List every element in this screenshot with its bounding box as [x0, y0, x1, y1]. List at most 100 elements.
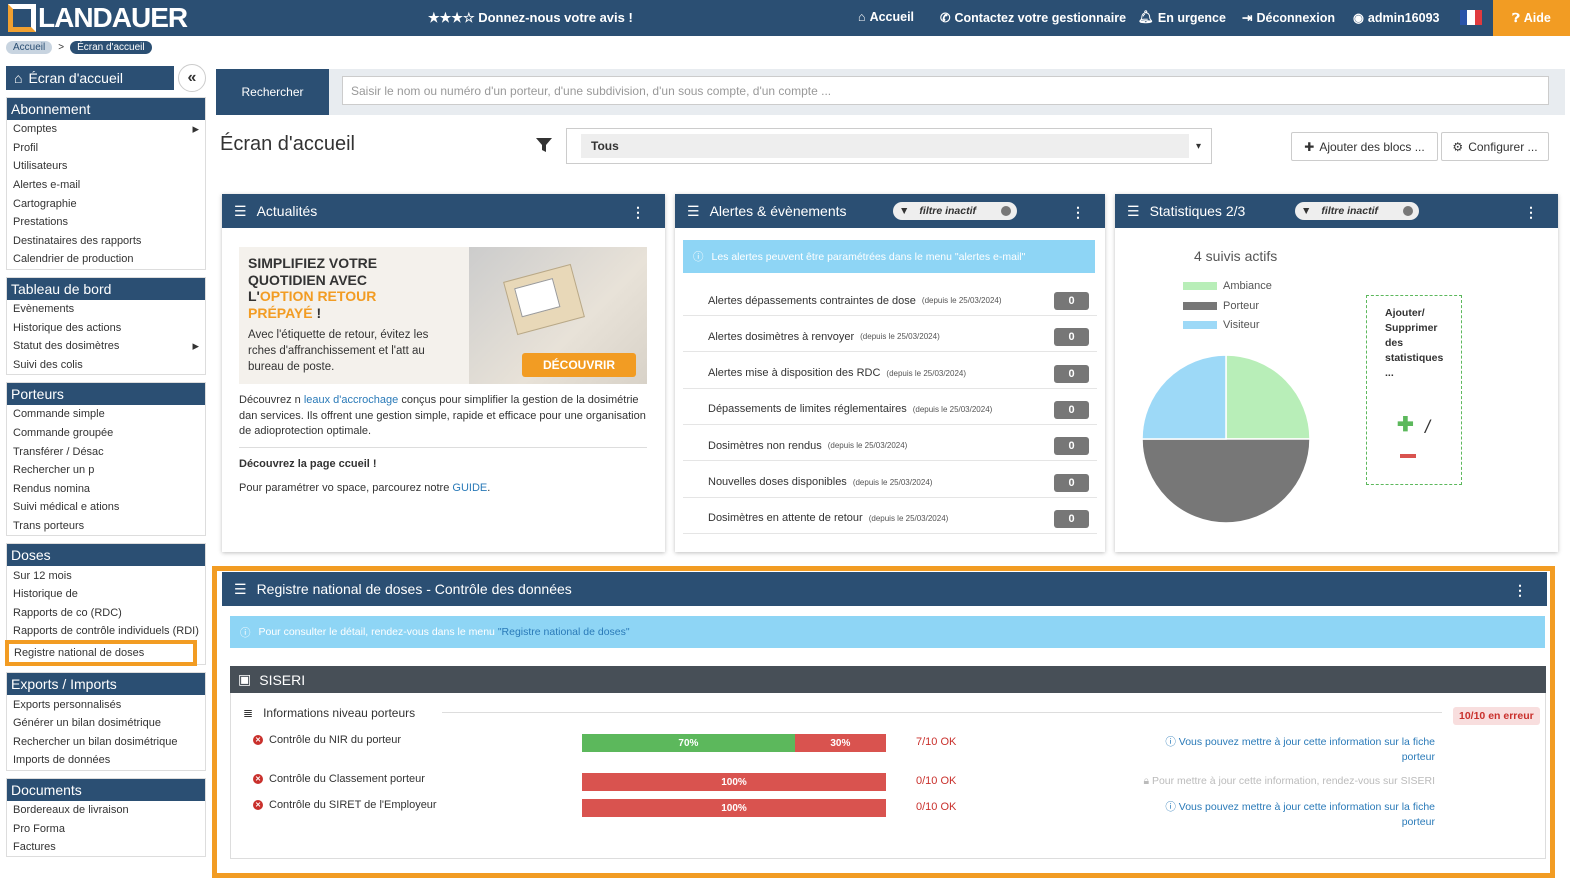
promo-headline: SIMPLIFIEZ VOTRE QUOTIDIEN AVEC L'OPTION… [248, 255, 377, 321]
sidebar-item[interactable]: Rechercher un bilan dosimétrique [7, 732, 205, 751]
sidebar-item[interactable]: Profil [7, 139, 205, 158]
sidebar-item[interactable]: Transférer / Désac [7, 442, 205, 461]
pie-slice-ambiance[interactable] [1225, 354, 1311, 440]
nav-logout-label: Déconnexion [1256, 10, 1335, 25]
promo-banner[interactable]: SIMPLIFIEZ VOTRE QUOTIDIEN AVEC L'OPTION… [239, 247, 647, 384]
configure-button[interactable]: ⚙ Configurer ... [1441, 132, 1549, 161]
sidebar-item[interactable]: Evènements [7, 300, 205, 319]
registre-title: Registre national de doses - Contrôle de… [256, 581, 572, 597]
search-input[interactable]: Saisir le nom ou numéro d'un porteur, d'… [342, 76, 1549, 105]
sidebar-item[interactable]: Rapports de contrôle individuels (RDI) [7, 622, 205, 641]
filter-select[interactable]: Tous ▾ [566, 128, 1212, 164]
sidebar-item[interactable]: Rechercher un p [7, 461, 205, 480]
siseri-title: SISERI [259, 671, 306, 688]
panels-link[interactable]: leaux d'accrochage [301, 394, 398, 406]
feedback-link[interactable]: ★★★☆ Donnez-nous votre avis ! [428, 10, 633, 26]
pie-slice-porteur[interactable] [1141, 438, 1311, 524]
sidebar-item[interactable]: Cartographie [7, 194, 205, 213]
alert-row[interactable]: Alertes dépassements contraintes de dose… [683, 286, 1097, 316]
sidebar-item[interactable]: Exports personnalisés [7, 695, 205, 714]
nav-logout[interactable]: ⇥ Déconnexion [1242, 10, 1335, 26]
sidebar-item[interactable]: Rapports de co (RDC) [7, 603, 205, 622]
sidebar-item[interactable]: Destinataires des rapports [7, 232, 205, 251]
nav-user[interactable]: ◉ admin16093 [1353, 10, 1440, 26]
sidebar-section-title[interactable]: Porteurs [7, 383, 205, 406]
sidebar-item[interactable]: Comptes ▸ [7, 120, 205, 139]
sidebar-item[interactable]: Générer un bilan dosimétrique [7, 714, 205, 733]
sidebar-item[interactable]: Suivi médical e ations [7, 498, 205, 517]
sidebar-item-label: Calendrier de production [13, 253, 134, 266]
add-remove-stats[interactable]: Ajouter/ Supprimer des statistiques ... … [1366, 295, 1462, 485]
sidebar-item[interactable]: Statut des dosimètres ▸ [7, 337, 205, 356]
french-flag-icon[interactable] [1460, 10, 1482, 25]
filter-toggle[interactable]: ▼ filtre inactif [893, 202, 1017, 220]
nav-home[interactable]: ⌂ Accueil [858, 10, 914, 24]
collapse-sidebar-icon[interactable]: « [178, 64, 206, 92]
alert-row[interactable]: Alertes dosimètres à renvoyer (depuis le … [683, 322, 1097, 353]
sidebar-section-title[interactable]: Tableau de bord [7, 277, 205, 300]
nav-contact[interactable]: ✆ Contactez votre gestionnaire [940, 10, 1126, 26]
sidebar-section-title[interactable]: Exports / Imports [7, 673, 205, 696]
more-options-icon[interactable]: ⋮ [1071, 204, 1085, 221]
discover-button[interactable]: DÉCOUVRIR [522, 353, 636, 377]
minus-icon[interactable] [1400, 454, 1416, 458]
sidebar-section: Doses Sur 12 mois Historique de Rapports de… [5, 543, 206, 667]
sidebar-item[interactable]: Historique des actions [7, 318, 205, 337]
sidebar-section-title[interactable]: Documents [7, 778, 205, 801]
sidebar-item[interactable]: Alertes e-mail [7, 176, 205, 195]
sidebar-item-label: Registre national de doses [14, 646, 145, 659]
alert-row[interactable]: Dosimètres en attente de retour (depuis l… [683, 504, 1097, 534]
sidebar-item[interactable]: Pro Forma [7, 819, 205, 838]
sidebar-item[interactable]: Trans porteurs [7, 517, 205, 536]
sidebar-item[interactable]: Registre national de doses [5, 639, 197, 667]
sidebar-home[interactable]: ⌂ Écran d'accueil [6, 66, 174, 90]
sidebar-item[interactable]: Sur 12 mois [7, 566, 205, 585]
page-title: Écran d'accueil [220, 133, 355, 155]
guide-link[interactable]: GUIDE [452, 482, 487, 494]
alert-label: Dépassements de limites réglementaires [708, 403, 907, 416]
sidebar-item[interactable]: Calendrier de production [7, 250, 205, 269]
alertes-title: Alertes & évènements [709, 203, 847, 219]
pie-slice-visiteur[interactable] [1141, 354, 1227, 440]
more-options-icon[interactable]: ⋮ [1524, 204, 1538, 221]
sidebar-section-title[interactable]: Abonnement [7, 98, 205, 120]
filter-icon: ▼ [899, 205, 910, 217]
sidebar-item[interactable]: Rendus nomina [7, 480, 205, 499]
alert-label: Alertes dépassements contraintes de dose [708, 294, 916, 307]
breadcrumb-current: Écran d'accueil [70, 41, 152, 54]
alert-row[interactable]: Alertes mise à disposition des RDC (depui… [683, 359, 1097, 389]
sidebar-item-label: Commande groupée [13, 427, 114, 440]
sidebar-section-title[interactable]: Doses [7, 544, 205, 567]
stats-header: ☰ Statistiques 2/3 ▼ filtre inactif ⋮ [1115, 194, 1558, 228]
sidebar-item[interactable]: Commande simple [7, 405, 205, 424]
add-blocks-button[interactable]: ✚ Ajouter des blocs ... [1291, 132, 1438, 161]
alertes-info: ⓘ Les alertes peuvent être paramétrées da… [683, 240, 1095, 273]
sidebar-item[interactable]: Suivi des colis [7, 356, 205, 375]
landauer-logo[interactable]: LANDAUER [8, 2, 188, 33]
promo-line-3: L'OPTION RETOUR [248, 288, 377, 305]
sidebar-item[interactable]: Imports de données [7, 751, 205, 770]
sidebar-item[interactable]: Factures [7, 838, 205, 857]
breadcrumb-home[interactable]: Accueil [6, 41, 53, 54]
nav-urgence[interactable]: 🔔︎ En urgence [1138, 10, 1226, 25]
sidebar-item[interactable]: Utilisateurs [7, 157, 205, 176]
more-options-icon[interactable]: ⋮ [631, 204, 645, 221]
sidebar-item-label: Historique de [13, 588, 78, 601]
registre-menu-link[interactable]: "Registre national de doses" [498, 626, 630, 638]
alert-row[interactable]: Nouvelles doses disponibles (depuis le 25… [683, 468, 1097, 498]
filter-toggle[interactable]: ▼ filtre inactif [1295, 202, 1419, 220]
sidebar-item[interactable]: Prestations [7, 213, 205, 232]
sidebar-item[interactable]: Bordereaux de livraison [7, 801, 205, 820]
alert-row[interactable]: Dosimètres non rendus (depuis le 25/03/20… [683, 431, 1097, 462]
plus-icon[interactable]: ✚ [1397, 415, 1414, 435]
sidebar-item[interactable]: Commande groupée [7, 424, 205, 443]
sidebar-item-label: Historique des actions [13, 321, 122, 334]
help-button[interactable]: ❓︎ Aide [1493, 0, 1570, 36]
sidebar-item[interactable]: Historique de [7, 585, 205, 604]
update-porteur-link[interactable]: ⓘ Vous pouvez mettre à jour cette inform… [1155, 735, 1435, 765]
more-options-icon[interactable]: ⋮ [1513, 582, 1527, 599]
alert-row[interactable]: Dépassements de limites réglementaires (d… [683, 395, 1097, 425]
update-porteur-link[interactable]: ⓘ Vous pouvez mettre à jour cette inform… [1155, 800, 1435, 830]
search-button[interactable]: Rechercher [216, 69, 329, 115]
breadcrumb-separator: > [58, 42, 65, 53]
